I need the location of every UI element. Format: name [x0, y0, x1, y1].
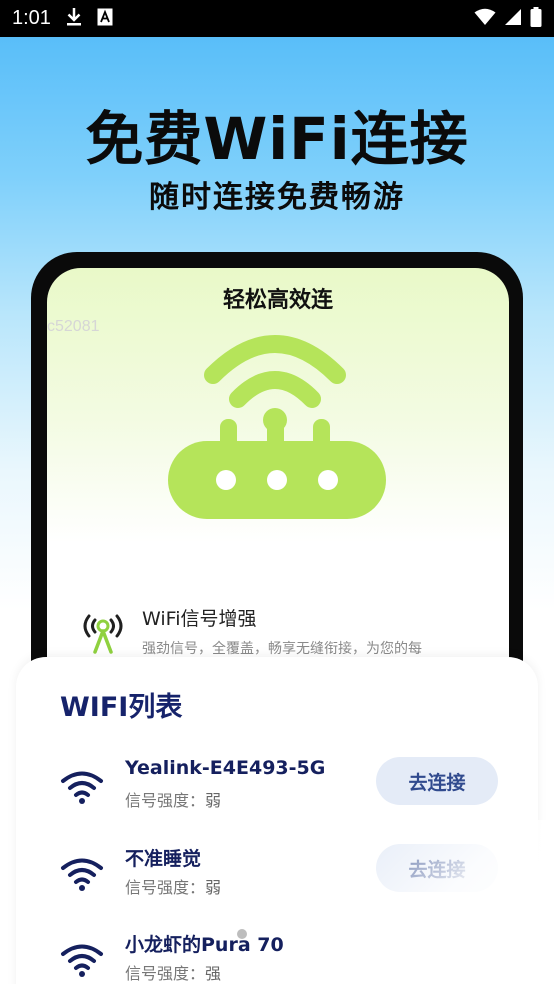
status-time: 1:01 — [12, 7, 51, 29]
wifi-list-panel: WIFI列表 Yealink-E4E493-5G 信号强度：弱 去连接 不准睡觉… — [16, 657, 538, 984]
connect-button[interactable]: 去连接 — [376, 757, 498, 805]
hero-title: 免费WiFi连接 — [85, 105, 469, 173]
wifi-strength: 信号强度：弱 — [125, 791, 222, 810]
wifi-strength: 信号强度：强 — [125, 964, 222, 983]
wifi-icon — [60, 856, 104, 896]
download-icon — [65, 7, 83, 31]
wifi-name: Yealink-E4E493-5G — [125, 757, 326, 779]
status-bar: 1:01 — [0, 0, 554, 37]
wifi-list-item[interactable]: 小龙虾的Pura 70 信号强度：强 — [16, 930, 538, 984]
screen-title: 轻松高效连 — [222, 288, 333, 313]
wifi-list-item[interactable]: Yealink-E4E493-5G 信号强度：弱 去连接 — [16, 757, 538, 827]
touch-indicator-dot — [237, 929, 247, 939]
battery-icon — [530, 6, 542, 31]
a-box-icon — [97, 8, 113, 30]
wifi-name: 不准睡觉 — [125, 848, 202, 870]
wifi-list-title: WIFI列表 — [60, 692, 183, 723]
hero-subtitle: 随时连接免费畅游 — [149, 180, 405, 215]
feature-description: 强劲信号，全覆盖，畅享无缝衔接，为您的每 — [142, 641, 422, 657]
wifi-icon — [60, 769, 104, 809]
wifi-strength: 信号强度：弱 — [125, 878, 222, 897]
wifi-icon — [60, 942, 104, 982]
connect-button[interactable]: 去连接 — [376, 844, 498, 892]
wifi-signal-icon — [474, 8, 496, 30]
wifi-name: 小龙虾的Pura 70 — [125, 934, 284, 956]
cell-signal-icon — [504, 8, 522, 30]
feature-title: WiFi信号增强 — [142, 608, 257, 630]
watermark-text: c52081 — [47, 318, 100, 335]
feature-signal-boost: WiFi信号增强 强劲信号，全覆盖，畅享无缝衔接，为您的每 — [77, 604, 497, 664]
router-icon — [159, 323, 399, 527]
antenna-signal-icon — [77, 610, 129, 658]
wifi-list-item[interactable]: 不准睡觉 信号强度：弱 去连接 — [16, 844, 538, 914]
